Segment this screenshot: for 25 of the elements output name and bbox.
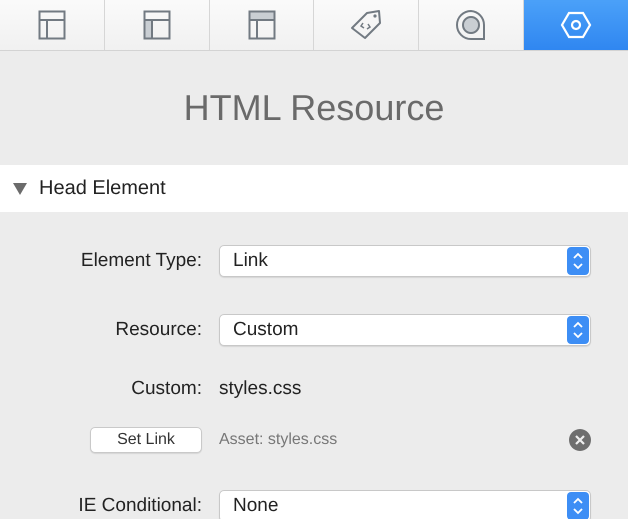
section-label: Head Element: [39, 177, 166, 200]
section-header[interactable]: Head Element: [0, 165, 628, 212]
hexagon-icon: [560, 11, 592, 39]
field-label: Element Type:: [80, 250, 202, 272]
disclosure-triangle-icon: [13, 182, 27, 194]
dropdown[interactable]: Link: [219, 244, 591, 276]
tag-icon: [350, 9, 382, 41]
field-label: Custom:: [130, 378, 202, 400]
layout-icon: [142, 10, 171, 40]
clear-icon[interactable]: [569, 429, 591, 451]
dropdown[interactable]: Custom: [219, 314, 591, 346]
stepper-icon: [567, 492, 589, 519]
set-link-button[interactable]: Set Link: [90, 427, 202, 453]
record-icon: [455, 9, 488, 41]
layout-icon: [38, 10, 66, 40]
layout-icon: [248, 10, 276, 40]
stepper-icon: [567, 316, 589, 344]
field-label: Resource:: [114, 318, 202, 340]
asset-path: Asset: styles.css: [219, 431, 338, 449]
field-label: IE Conditional:: [77, 495, 202, 517]
toolbar-tab[interactable]: [524, 0, 628, 50]
field-value: styles.css: [219, 378, 302, 400]
stepper-icon: [567, 246, 589, 274]
panel-title: HTML Resource: [184, 87, 444, 129]
dropdown[interactable]: None: [219, 490, 591, 519]
